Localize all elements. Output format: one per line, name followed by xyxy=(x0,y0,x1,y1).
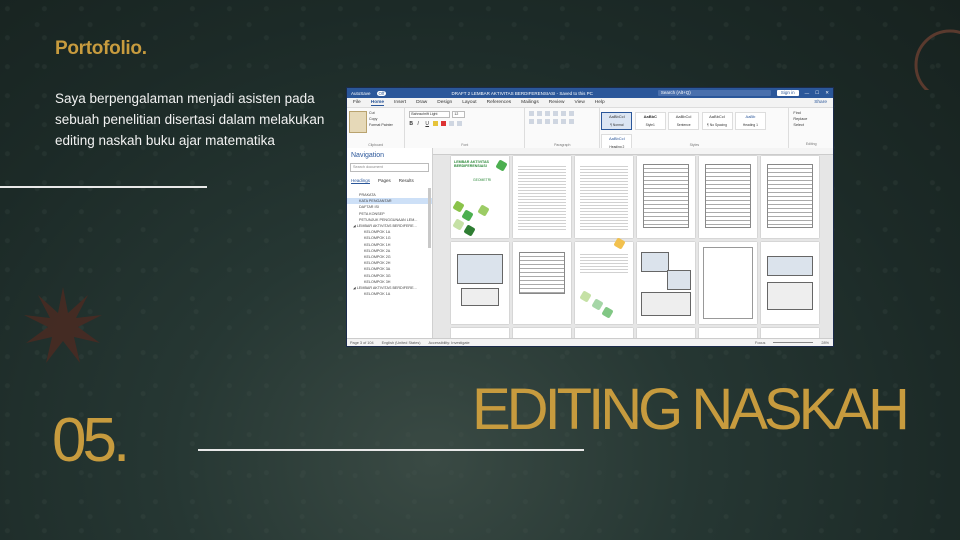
page-cover[interactable]: LEMBAR AKTIVITAS BERDIFERENSIASI GEOMETR… xyxy=(451,156,509,238)
page-4[interactable] xyxy=(637,156,695,238)
document-title: DRAFT 2 LEMBAR AKTIVITAS BERDIFERENSIASI… xyxy=(451,90,593,96)
format-painter-button[interactable]: Format Painter xyxy=(369,122,393,128)
search-box[interactable]: Search (Alt+Q) xyxy=(657,90,771,96)
page-11[interactable] xyxy=(699,242,757,324)
font-format-buttons[interactable]: B I U xyxy=(409,121,520,127)
close-icon[interactable]: ✕ xyxy=(825,90,829,96)
starburst-decoration xyxy=(24,287,102,363)
status-accessibility[interactable]: Accessibility: Investigate xyxy=(429,341,470,345)
font-group: Bahnschrift Light 12 B I U Font xyxy=(405,108,526,148)
page-5[interactable] xyxy=(699,156,757,238)
menu-references[interactable]: References xyxy=(487,100,512,105)
zoom-slider[interactable] xyxy=(773,342,814,343)
page-6[interactable] xyxy=(761,156,819,238)
page-7[interactable] xyxy=(451,242,509,324)
editing-label: Editing xyxy=(805,142,817,146)
status-language[interactable]: English (United States) xyxy=(382,341,421,345)
navigation-search-input[interactable]: Search document xyxy=(350,163,429,172)
autosave-label[interactable]: AutoSave xyxy=(351,91,371,96)
navigation-list: PRAKATA KATA PENGANTAR DAFTAR ISI PETA KONS… xyxy=(347,192,432,297)
paste-button[interactable] xyxy=(349,111,367,133)
page-2[interactable] xyxy=(513,156,571,238)
decorative-arc xyxy=(914,29,960,90)
menu-bar: File Home Insert Draw Design Layout Refe… xyxy=(347,98,833,107)
brand-title: Portofolio. xyxy=(55,38,147,59)
section-number: 05. xyxy=(52,406,130,475)
share-button[interactable]: Share xyxy=(814,100,827,105)
ribbon: Cut Copy Format Painter Clipboard Bahnsc… xyxy=(347,107,833,152)
clipboard-label: Clipboard xyxy=(368,143,384,147)
menu-design[interactable]: Design xyxy=(437,100,452,105)
font-size-select[interactable]: 12 xyxy=(452,111,466,118)
menu-help[interactable]: Help xyxy=(595,100,605,105)
focus-button[interactable]: Focus xyxy=(755,341,765,345)
word-screenshot: AutoSave Off DRAFT 2 LEMBAR AKTIVITAS BE… xyxy=(347,88,833,346)
nav-heading-item[interactable]: KELOMPOK 1A xyxy=(347,291,432,297)
tab-results[interactable]: Results xyxy=(399,178,414,184)
section-title: EDITING NASKAH xyxy=(472,377,910,442)
menu-home[interactable]: Home xyxy=(370,100,385,106)
zoom-level[interactable]: 28% xyxy=(821,341,829,345)
page-9[interactable] xyxy=(575,237,633,324)
cover-subtitle: GEOMETRI xyxy=(473,178,492,182)
styles-group: AaBbCcI ¶ Normal AaBbC Style1 AaBbCcI Sente… xyxy=(600,108,790,152)
font-label: Font xyxy=(461,143,469,147)
page-3[interactable] xyxy=(575,156,633,238)
tab-headings[interactable]: Headings xyxy=(351,178,371,184)
menu-draw[interactable]: Draw xyxy=(416,100,427,105)
ruler xyxy=(433,148,833,155)
menu-review[interactable]: Review xyxy=(549,100,565,105)
clipboard-group: Cut Copy Format Painter Clipboard xyxy=(347,108,406,148)
page-10[interactable] xyxy=(637,242,695,324)
navigation-pane: Navigation Search document Headings Page… xyxy=(347,148,433,339)
menu-file[interactable]: File xyxy=(353,100,361,105)
divider-bottom xyxy=(198,449,584,451)
page-12[interactable] xyxy=(761,242,819,324)
tab-pages[interactable]: Pages xyxy=(378,178,391,184)
menu-insert[interactable]: Insert xyxy=(394,100,406,105)
word-titlebar: AutoSave Off DRAFT 2 LEMBAR AKTIVITAS BE… xyxy=(347,88,833,98)
minimize-icon[interactable]: — xyxy=(805,91,810,96)
cover-title: LEMBAR AKTIVITAS BERDIFERENSIASI xyxy=(454,160,489,168)
document-pages: LEMBAR AKTIVITAS BERDIFERENSIASI GEOMETR… xyxy=(433,148,833,346)
paragraph-group: Paragraph xyxy=(525,108,601,148)
description-text: Saya berpengalaman menjadi asisten pada … xyxy=(55,91,325,148)
style-normal[interactable]: AaBbCcI ¶ Normal xyxy=(601,112,633,130)
style-heading-1[interactable]: AaBb Heading 1 xyxy=(734,112,766,130)
editing-group: Find Replace Select Editing xyxy=(789,108,833,148)
navigation-tabs: Headings Pages Results xyxy=(347,174,432,186)
style-style1[interactable]: AaBbC Style1 xyxy=(634,112,666,130)
status-page[interactable]: Page 3 of 104 xyxy=(350,341,374,345)
maximize-icon[interactable]: ☐ xyxy=(815,90,819,96)
menu-view[interactable]: View xyxy=(574,100,584,105)
status-bar: Page 3 of 104 English (United States) Ac… xyxy=(347,338,833,346)
styles-label: Styles xyxy=(689,143,700,147)
navigation-title: Navigation xyxy=(351,152,385,159)
menu-mailings[interactable]: Mailings xyxy=(521,100,539,105)
paragraph-label: Paragraph xyxy=(554,143,571,147)
page-8[interactable] xyxy=(513,242,571,324)
navigation-scrollbar[interactable] xyxy=(428,188,431,248)
sign-in-button[interactable]: Sign in xyxy=(776,90,799,96)
style-no-spacing[interactable]: AaBbCcI ¶ No Spacing xyxy=(701,112,733,130)
menu-layout[interactable]: Layout xyxy=(462,100,476,105)
select-button[interactable]: Select xyxy=(793,122,833,128)
divider-top xyxy=(0,186,207,188)
style-sentence[interactable]: AaBbCcI Sentence xyxy=(668,112,700,130)
font-name-select[interactable]: Bahnschrift Light xyxy=(409,111,451,118)
autosave-toggle[interactable]: Off xyxy=(376,90,387,96)
